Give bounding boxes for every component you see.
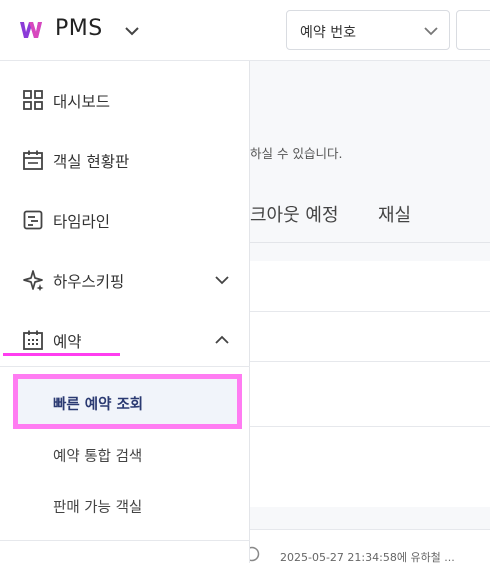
chevron-up-icon — [215, 335, 229, 344]
sidebar: 대시보드 객실 현황판 타임라인 하우스키핑 예약 빠른 예약 조회 예약 통합… — [0, 61, 250, 563]
sidebar-item-timeline[interactable]: 타임라인 — [0, 190, 250, 250]
sparkle-icon — [23, 270, 44, 291]
sidebar-item-dashboard[interactable]: 대시보드 — [0, 70, 250, 130]
calendar-icon — [23, 150, 43, 170]
search-type-select[interactable]: 예약 번호 — [286, 10, 450, 50]
sidebar-subitem-label: 예약 통합 검색 — [53, 449, 143, 465]
tab-in-house[interactable]: 재실 — [378, 201, 411, 227]
row-divider — [250, 426, 490, 427]
sidebar-subitem-label: 빠른 예약 조회 — [53, 397, 144, 413]
search-type-select-value: 예약 번호 — [300, 25, 356, 41]
chevron-down-icon[interactable] — [123, 22, 141, 40]
activity-row: 2025-05-27 21:34:58에 유하철 ... — [244, 529, 490, 569]
row-divider — [250, 311, 490, 312]
sidebar-item-label: 객실 현황판 — [53, 153, 130, 171]
chevron-down-icon — [215, 276, 229, 285]
sidebar-item-label: 하우스키핑 — [53, 273, 125, 291]
sidebar-subitem-reservation-search[interactable]: 예약 통합 검색 — [0, 430, 250, 480]
search-input[interactable] — [456, 10, 490, 50]
sidebar-item-room-status[interactable]: 객실 현황판 — [0, 130, 250, 190]
top-bar: PMS 예약 번호 — [0, 0, 490, 61]
tab-bar: 크아웃 예정 재실 — [250, 181, 490, 243]
sidebar-subitem-available-rooms[interactable]: 판매 가능 객실 — [0, 481, 250, 531]
sidebar-subitem-label: 판매 가능 객실 — [53, 500, 143, 516]
sidebar-item-label: 타임라인 — [53, 213, 111, 231]
chevron-down-icon — [424, 27, 438, 36]
grid-icon — [23, 90, 43, 110]
calendar-grid-icon — [23, 330, 43, 350]
app-name[interactable]: PMS — [55, 16, 103, 41]
main-content: 하실 수 있습니다. 크아웃 예정 재실 2025-05-27 21:34:58… — [244, 61, 490, 569]
sidebar-subitem-quick-reservation-lookup[interactable]: 빠른 예약 조회 — [13, 374, 242, 429]
tab-checkout-due[interactable]: 크아웃 예정 — [250, 201, 339, 227]
w-logo-icon[interactable] — [18, 17, 44, 43]
sidebar-item-label: 대시보드 — [53, 93, 111, 111]
results-panel — [250, 261, 490, 507]
sidebar-item-reservation[interactable]: 예약 — [0, 310, 250, 370]
highlight-underline — [3, 353, 120, 356]
sidebar-item-label: 예약 — [53, 333, 82, 351]
sidebar-item-housekeeping[interactable]: 하우스키핑 — [0, 250, 250, 310]
divider — [0, 540, 250, 541]
hint-text: 하실 수 있습니다. — [250, 146, 343, 161]
timeline-icon — [23, 210, 43, 230]
row-divider — [250, 361, 490, 362]
divider — [0, 366, 250, 367]
